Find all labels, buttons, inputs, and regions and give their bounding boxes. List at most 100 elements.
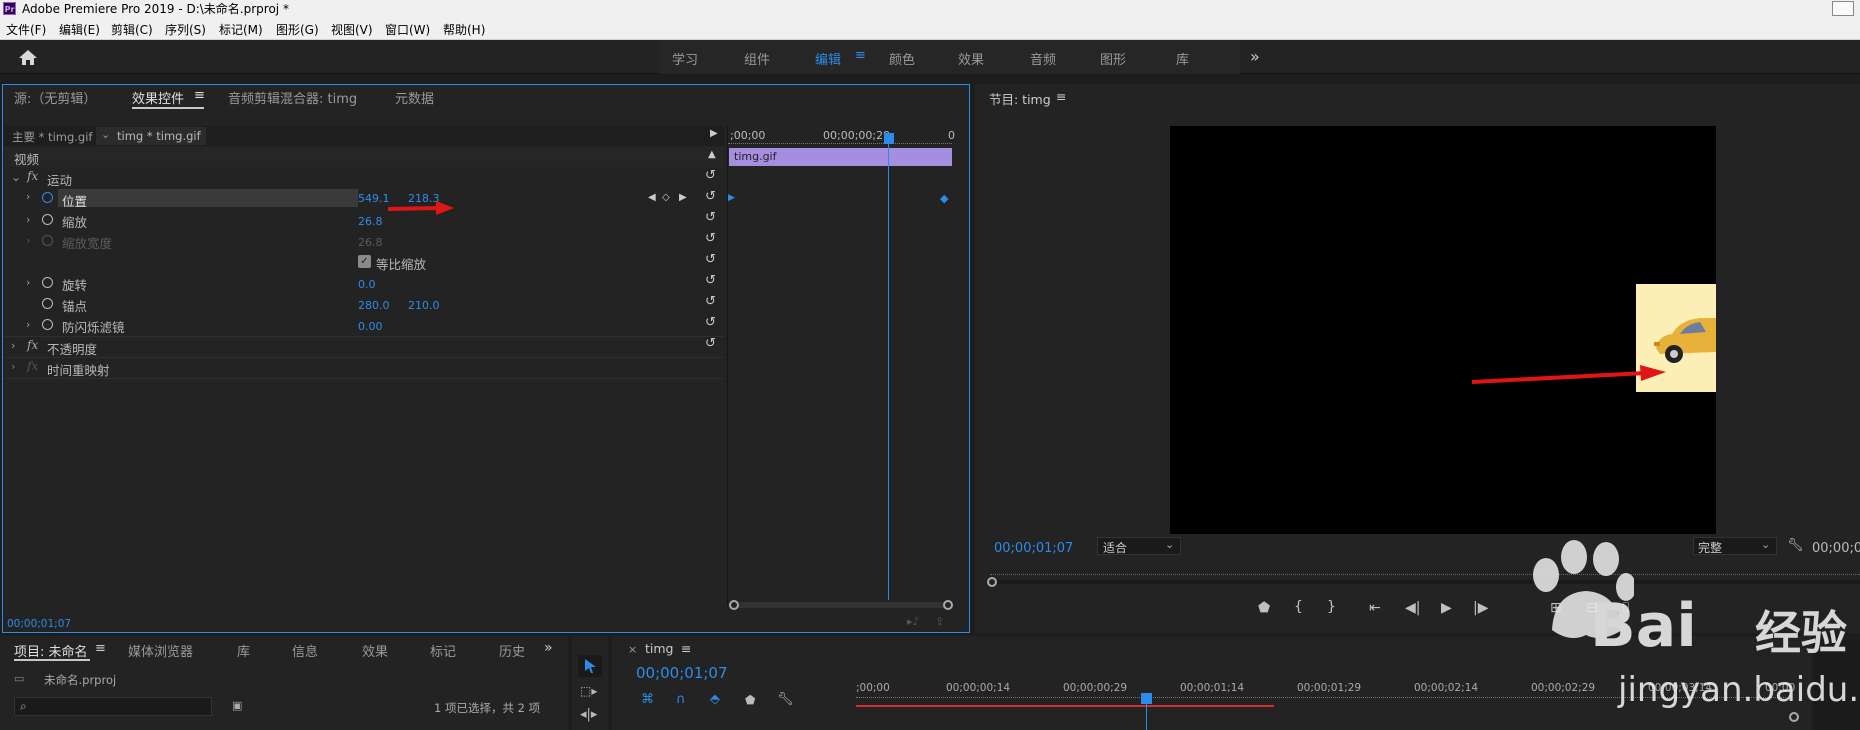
- play-only-audio-icon[interactable]: ▶: [710, 128, 718, 139]
- menu-help[interactable]: 帮助(H): [443, 21, 485, 38]
- timeline-timecode[interactable]: 00;00;01;07: [636, 664, 728, 682]
- effect-controls-menu-icon[interactable]: ≡: [194, 88, 205, 103]
- tab-metadata[interactable]: 元数据: [395, 88, 434, 107]
- ec-keyframe-start-icon[interactable]: ▶: [728, 193, 735, 203]
- menu-clip[interactable]: 剪辑(C): [111, 21, 153, 38]
- play-icon[interactable]: ▶: [1441, 600, 1452, 616]
- tab-history[interactable]: 历史: [499, 641, 524, 660]
- menu-file[interactable]: 文件(F): [6, 21, 46, 38]
- reset-scale-width-icon[interactable]: ↺: [705, 231, 716, 246]
- position-expand-icon[interactable]: ›: [26, 190, 30, 203]
- anchor-x-value[interactable]: 280.0: [358, 299, 390, 312]
- menu-window[interactable]: 窗口(W): [385, 21, 430, 38]
- ec-zoom-scrollbar[interactable]: [732, 602, 950, 608]
- step-back-icon[interactable]: ◀|: [1405, 600, 1420, 616]
- anti-flicker-expand-icon[interactable]: ›: [26, 318, 30, 331]
- anchor-y-value[interactable]: 210.0: [408, 299, 440, 312]
- reset-anti-flicker-icon[interactable]: ↺: [705, 315, 716, 330]
- snap-magnet-icon[interactable]: ∩: [676, 692, 686, 707]
- workspace-editing[interactable]: 编辑: [815, 49, 841, 68]
- opacity-fx-icon[interactable]: fx: [27, 338, 38, 352]
- ec-keyframe-end-icon[interactable]: ◆: [940, 192, 948, 205]
- ec-playhead-handle[interactable]: [884, 133, 894, 144]
- scale-stopwatch-icon[interactable]: [42, 214, 53, 225]
- project-menu-icon[interactable]: ≡: [95, 641, 106, 656]
- go-to-in-icon[interactable]: ⇤: [1369, 600, 1381, 616]
- program-menu-icon[interactable]: ≡: [1056, 89, 1066, 104]
- workspace-graphics[interactable]: 图形: [1100, 49, 1126, 68]
- reset-opacity-icon[interactable]: ↺: [705, 336, 716, 351]
- workspace-audio[interactable]: 音频: [1030, 49, 1056, 68]
- project-search-input[interactable]: [14, 697, 212, 716]
- fx-icon[interactable]: fx: [27, 169, 38, 183]
- tab-markers[interactable]: 标记: [430, 641, 456, 660]
- tl-work-area-bar[interactable]: [856, 705, 1274, 707]
- minimize-button[interactable]: [1832, 1, 1854, 16]
- workspace-overflow-icon[interactable]: »: [1250, 47, 1260, 66]
- tab-effects[interactable]: 效果: [362, 641, 388, 660]
- timeline-menu-icon[interactable]: ≡: [681, 641, 691, 656]
- add-keyframe-icon[interactable]: ◇: [662, 192, 670, 203]
- timeline-sequence-tab[interactable]: timg: [645, 641, 674, 656]
- workspace-assembly[interactable]: 组件: [744, 49, 770, 68]
- anti-flicker-value[interactable]: 0.00: [358, 320, 383, 333]
- tab-info[interactable]: 信息: [292, 641, 318, 660]
- ec-zoom-right-handle[interactable]: [943, 600, 953, 610]
- rotation-value[interactable]: 0.0: [358, 278, 376, 291]
- anti-flicker-stopwatch-icon[interactable]: [42, 319, 53, 330]
- menu-edit[interactable]: 编辑(E): [59, 21, 100, 38]
- ec-export-icon[interactable]: ⇪: [935, 615, 944, 628]
- time-remap-expand-icon[interactable]: ›: [11, 360, 15, 373]
- workspace-color[interactable]: 颜色: [889, 49, 915, 68]
- mark-out-icon[interactable]: }: [1327, 599, 1336, 615]
- scale-value[interactable]: 26.8: [358, 215, 383, 228]
- close-sequence-icon[interactable]: ×: [628, 643, 637, 656]
- reset-motion-icon[interactable]: ↺: [705, 168, 716, 183]
- scale-expand-icon[interactable]: ›: [26, 213, 30, 226]
- workspace-learn[interactable]: 学习: [672, 49, 698, 68]
- prev-keyframe-icon[interactable]: ◀: [648, 192, 656, 203]
- project-tabs-overflow-icon[interactable]: »: [544, 640, 553, 656]
- reset-uniform-icon[interactable]: ↺: [705, 252, 716, 267]
- reset-anchor-icon[interactable]: ↺: [705, 294, 716, 309]
- tab-audio-clip-mixer[interactable]: 音频剪辑混合器: timg: [228, 88, 357, 107]
- reset-scale-icon[interactable]: ↺: [705, 210, 716, 225]
- uniform-scale-checkbox[interactable]: ✓: [358, 255, 371, 268]
- motion-expand-icon[interactable]: ⌄: [11, 170, 21, 184]
- ripple-edit-tool-icon[interactable]: ◂|▸: [580, 707, 597, 722]
- step-forward-icon[interactable]: |▶: [1473, 600, 1488, 616]
- mark-in-icon[interactable]: {: [1294, 599, 1303, 615]
- selection-tool-icon[interactable]: [584, 658, 597, 674]
- menu-marker[interactable]: 标记(M): [219, 21, 263, 38]
- program-video-frame[interactable]: [1170, 126, 1716, 534]
- home-icon[interactable]: [18, 49, 38, 66]
- tab-libraries[interactable]: 库: [237, 641, 250, 660]
- program-monitor-title[interactable]: 节目: timg: [989, 89, 1051, 108]
- tab-source[interactable]: 源:（无剪辑）: [14, 88, 96, 107]
- timeline-marker-icon[interactable]: ⬟: [745, 693, 755, 707]
- rotation-expand-icon[interactable]: ›: [26, 276, 30, 289]
- next-keyframe-icon[interactable]: ▶: [679, 192, 687, 203]
- workspace-effects[interactable]: 效果: [958, 49, 984, 68]
- menu-view[interactable]: 视图(V): [331, 21, 373, 38]
- track-select-tool-icon[interactable]: ⬚▸: [580, 684, 597, 698]
- new-bin-icon[interactable]: ▣: [232, 699, 242, 712]
- workspace-libraries[interactable]: 库: [1176, 49, 1189, 68]
- menu-sequence[interactable]: 序列(S): [165, 21, 206, 38]
- ec-audio-icon[interactable]: ▸♪: [907, 615, 920, 628]
- tab-media-browser[interactable]: 媒体浏览器: [128, 641, 193, 660]
- tab-effect-controls[interactable]: 效果控件: [132, 88, 184, 107]
- linked-selection-icon[interactable]: ⬘: [710, 692, 720, 707]
- menu-graphics[interactable]: 图形(G): [276, 21, 319, 38]
- nest-icon[interactable]: ⌘: [641, 692, 654, 707]
- tab-project[interactable]: 项目: 未命名: [14, 641, 88, 660]
- add-marker-icon[interactable]: ⬟: [1258, 600, 1270, 616]
- master-clip-label[interactable]: 主要 * timg.gif: [12, 129, 92, 145]
- rotation-stopwatch-icon[interactable]: [42, 277, 53, 288]
- opacity-expand-icon[interactable]: ›: [11, 339, 15, 352]
- program-zoom-handle[interactable]: [987, 577, 997, 587]
- position-stopwatch-icon[interactable]: [42, 192, 53, 203]
- workspace-menu-icon[interactable]: ≡: [855, 48, 866, 63]
- anchor-stopwatch-icon[interactable]: [42, 298, 53, 309]
- timeline-settings-icon[interactable]: 🔧︎: [777, 692, 794, 707]
